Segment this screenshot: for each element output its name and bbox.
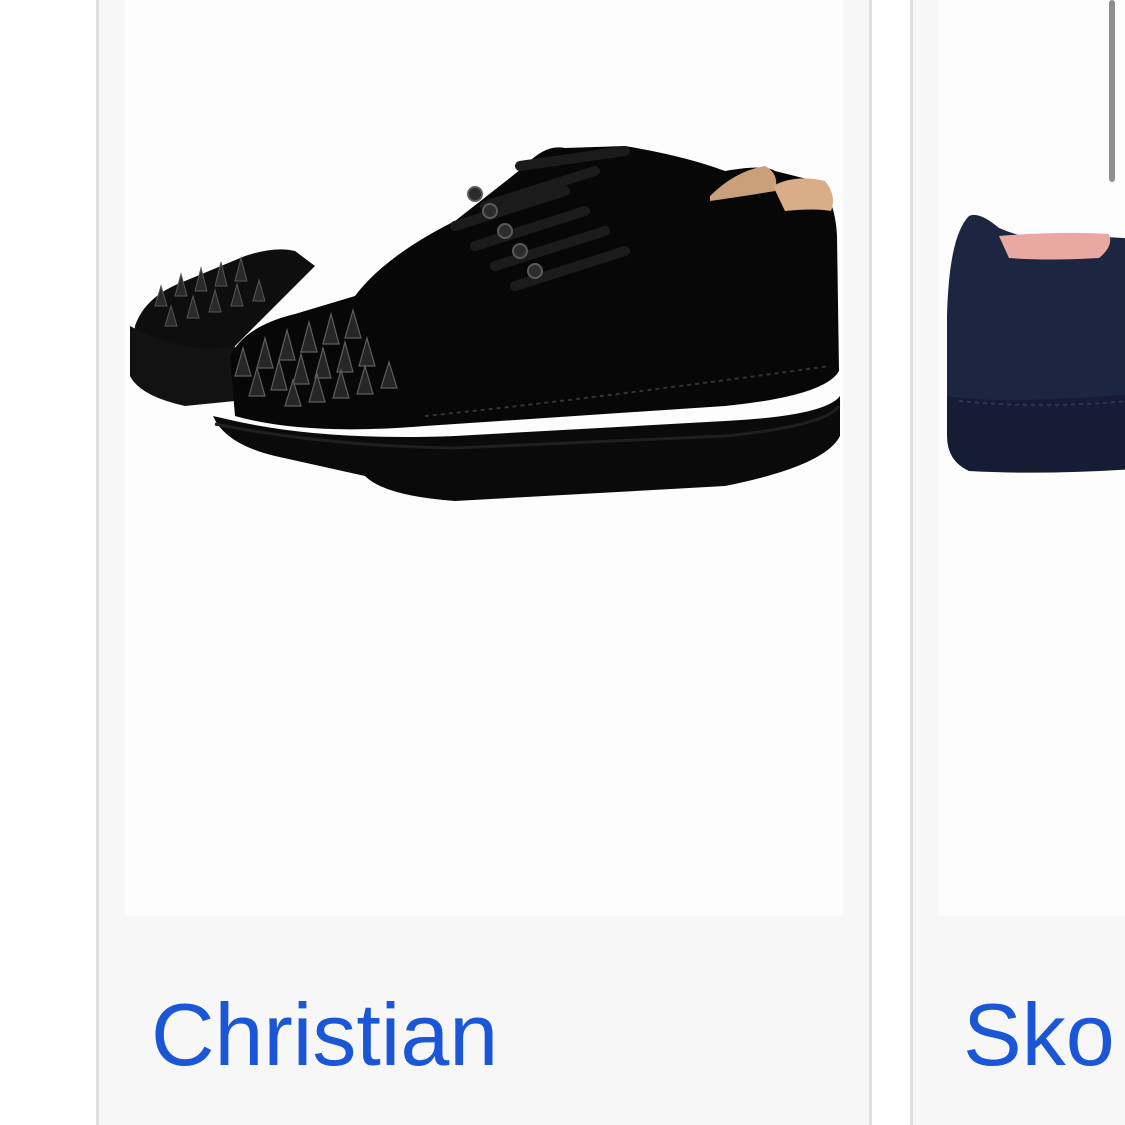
product-image[interactable] <box>125 0 843 916</box>
product-carousel: Christian Sko <box>0 0 1125 1125</box>
product-title-link[interactable]: Sko <box>963 991 1115 1079</box>
black-spiked-sneaker-image-icon <box>130 146 841 501</box>
product-title-link[interactable]: Christian <box>151 991 498 1079</box>
product-image[interactable] <box>939 0 1125 916</box>
scrollbar[interactable] <box>1109 0 1115 182</box>
product-card[interactable]: Sko <box>910 0 1125 1125</box>
product-card[interactable]: Christian <box>96 0 872 1125</box>
navy-suede-shoe-image-icon <box>947 214 1125 473</box>
